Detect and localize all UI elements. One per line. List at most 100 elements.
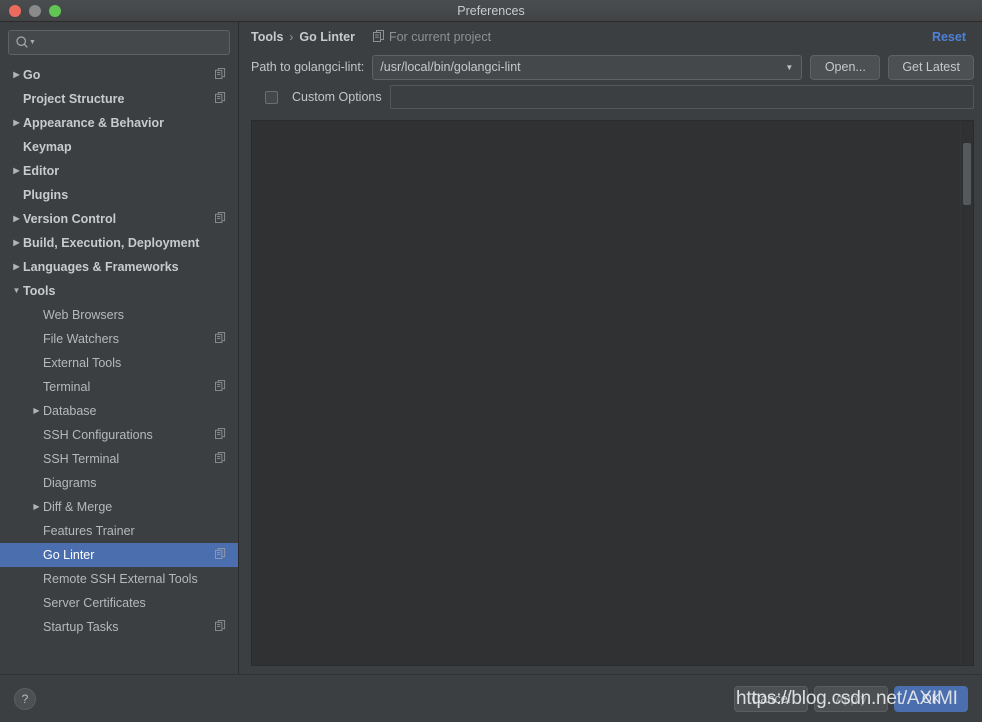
sidebar-item-label: Database [43, 404, 97, 418]
chevron-right-icon[interactable]: ▶ [10, 119, 23, 127]
project-scope-icon [372, 29, 385, 45]
sidebar-item-database[interactable]: ▶ Database [0, 399, 238, 423]
golangci-lint-path-row: Path to golangci-lint: /usr/local/bin/go… [247, 52, 974, 82]
custom-options-input[interactable] [389, 85, 974, 109]
breadcrumb-current: Go Linter [299, 30, 355, 44]
sidebar-item-ssh-configurations[interactable]: ▶SSH Configurations [0, 423, 238, 447]
sidebar-item-label: Diff & Merge [43, 500, 113, 514]
project-scope-icon [215, 212, 228, 226]
sidebar-item-features-trainer[interactable]: ▶Features Trainer [0, 519, 238, 543]
zoom-window-button[interactable] [49, 4, 61, 17]
sidebar-item-label: Languages & Frameworks [23, 260, 179, 274]
chevron-right-icon[interactable]: ▶ [10, 215, 23, 223]
sidebar-item-label: Features Trainer [43, 524, 135, 538]
project-scope-icon [215, 332, 228, 346]
reset-link[interactable]: Reset [932, 30, 966, 44]
preferences-dialog: Preferences ▼ ▶Go▶Project Structure▶Appe… [0, 0, 982, 722]
sidebar-item-tools[interactable]: ▼ Tools [0, 279, 238, 303]
sidebar-item-label: Tools [23, 284, 56, 298]
sidebar-item-diff-merge[interactable]: ▶ Diff & Merge [0, 495, 238, 519]
sidebar-item-project-structure[interactable]: ▶Project Structure [0, 87, 238, 111]
sidebar-item-server-certificates[interactable]: ▶Server Certificates [0, 591, 238, 615]
sidebar-item-go-linter[interactable]: ▶Go Linter [0, 543, 238, 567]
chevron-right-icon[interactable]: ▶ [10, 263, 23, 271]
sidebar-item-appearance-behavior[interactable]: ▶ Appearance & Behavior [0, 111, 238, 135]
chevron-right-icon[interactable]: ▶ [10, 71, 23, 79]
search-input[interactable] [35, 35, 223, 50]
search-dropdown-arrow-icon[interactable]: ▼ [29, 39, 36, 46]
sidebar-item-go[interactable]: ▶ Go [0, 63, 238, 87]
project-scope-icon [215, 380, 228, 394]
sidebar-item-label: Editor [23, 164, 60, 178]
cancel-button[interactable]: Cancel [734, 685, 808, 712]
sidebar-item-label: Server Certificates [43, 596, 146, 610]
sidebar-item-label: Startup Tasks [43, 620, 119, 634]
sidebar-item-label: Terminal [43, 380, 91, 394]
sidebar-item-terminal[interactable]: ▶Terminal [0, 375, 238, 399]
project-scope-icon [215, 620, 228, 634]
project-scope-icon [215, 92, 228, 106]
sidebar-item-file-watchers[interactable]: ▶File Watchers [0, 327, 238, 351]
sidebar-item-startup-tasks[interactable]: ▶Startup Tasks [0, 615, 238, 639]
custom-options-row: Custom Options [247, 82, 974, 112]
sidebar-item-ssh-terminal[interactable]: ▶SSH Terminal [0, 447, 238, 471]
sidebar-item-label: Build, Execution, Deployment [23, 236, 200, 250]
ok-button[interactable]: OK [894, 685, 968, 712]
sidebar-item-build-execution-deployment[interactable]: ▶ Build, Execution, Deployment [0, 231, 238, 255]
chevron-down-icon[interactable]: ▼ [785, 63, 797, 72]
chevron-down-icon[interactable]: ▼ [10, 287, 23, 295]
sidebar-item-label: Plugins [23, 188, 69, 202]
sidebar-item-label: Go Linter [43, 548, 95, 562]
sidebar-item-label: Remote SSH External Tools [43, 572, 198, 586]
chevron-right-icon[interactable]: ▶ [30, 407, 43, 415]
project-scope-label: For current project [388, 30, 492, 44]
breadcrumb-parent[interactable]: Tools [251, 30, 283, 44]
linters-panel [251, 120, 974, 666]
sidebar-item-label: File Watchers [43, 332, 119, 346]
path-label: Path to golangci-lint: [251, 60, 365, 74]
chevron-right-icon[interactable]: ▶ [10, 239, 23, 247]
get-latest-button[interactable]: Get Latest [888, 54, 974, 80]
project-scope-icon [215, 548, 228, 562]
linters-list[interactable] [252, 121, 960, 665]
minimize-window-button[interactable] [29, 4, 41, 17]
open-button[interactable]: Open... [810, 54, 881, 80]
project-scope-indicator: For current project [372, 29, 492, 45]
sidebar-item-editor[interactable]: ▶ Editor [0, 159, 238, 183]
sidebar-item-plugins[interactable]: ▶Plugins [0, 183, 238, 207]
sidebar-item-label: Go [23, 68, 41, 82]
custom-options-checkbox[interactable] [265, 90, 278, 104]
search-icon [15, 35, 30, 50]
sidebar-item-label: Diagrams [43, 476, 97, 490]
apply-button[interactable]: Apply [814, 685, 888, 712]
window-titlebar: Preferences [0, 0, 982, 22]
close-window-button[interactable] [9, 4, 21, 17]
sidebar-item-remote-ssh-external-tools[interactable]: ▶Remote SSH External Tools [0, 567, 238, 591]
sidebar-item-external-tools[interactable]: ▶External Tools [0, 351, 238, 375]
sidebar-item-languages-frameworks[interactable]: ▶ Languages & Frameworks [0, 255, 238, 279]
traffic-light-group [0, 4, 61, 17]
project-scope-icon [215, 68, 228, 82]
sidebar-item-label: Project Structure [23, 92, 125, 106]
settings-sidebar: ▼ ▶Go▶Project Structure▶Appearance & Beh… [0, 22, 239, 674]
linters-scrollbar-thumb[interactable] [963, 143, 971, 205]
breadcrumb-separator-icon: › [289, 30, 294, 44]
sidebar-item-web-browsers[interactable]: ▶Web Browsers [0, 303, 238, 327]
custom-options-label: Custom Options [292, 90, 382, 104]
footer-button-group: Cancel Apply OK [734, 685, 968, 712]
sidebar-item-label: SSH Terminal [43, 452, 120, 466]
sidebar-item-diagrams[interactable]: ▶Diagrams [0, 471, 238, 495]
sidebar-item-label: Appearance & Behavior [23, 116, 165, 130]
path-combobox[interactable]: /usr/local/bin/golangci-lint ▼ [372, 54, 803, 80]
chevron-right-icon[interactable]: ▶ [10, 167, 23, 175]
chevron-right-icon[interactable]: ▶ [30, 503, 43, 511]
settings-tree: ▶Go▶Project Structure▶Appearance & Behav… [0, 63, 238, 674]
help-button[interactable]: ? [14, 687, 36, 710]
search-box[interactable]: ▼ [8, 30, 230, 55]
sidebar-item-keymap[interactable]: ▶Keymap [0, 135, 238, 159]
settings-content-pane: Tools › Go Linter For current project Re… [239, 22, 982, 674]
linters-scrollbar[interactable] [960, 121, 973, 665]
sidebar-item-label: Keymap [23, 140, 72, 154]
breadcrumb: Tools › Go Linter For current project Re… [247, 22, 974, 52]
sidebar-item-version-control[interactable]: ▶ Version Control [0, 207, 238, 231]
